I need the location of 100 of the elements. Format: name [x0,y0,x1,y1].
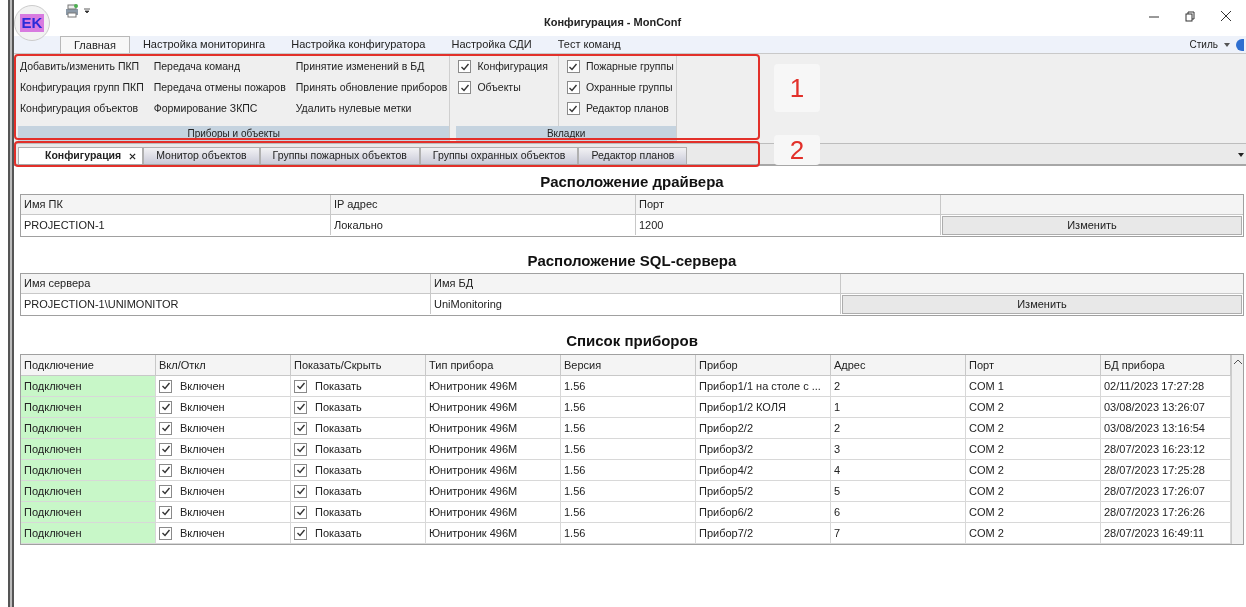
column-header: Имя ПК [21,195,331,215]
column-header: БД прибора [1101,355,1231,376]
checkbox[interactable] [159,505,172,519]
checkbox-label[interactable]: Показать [315,461,362,479]
ribbon-command[interactable]: Удалить нулевые метки [295,98,448,119]
dropdown-icon[interactable] [84,8,90,14]
close-icon[interactable] [1220,10,1232,22]
ribbon-tab[interactable]: Тест команд [544,36,634,53]
checkbox-label[interactable]: Включен [180,419,225,437]
checkbox[interactable] [159,463,172,477]
column-header: Подключение [21,355,156,376]
checkbox-label[interactable]: Показать [315,440,362,458]
caret-icon[interactable] [1224,42,1230,47]
checkbox-label[interactable]: Показать [315,482,362,500]
table-cell: 28/07/2023 17:26:26 [1101,502,1231,523]
document-tab[interactable]: Монитор объектов [143,147,260,164]
document-tab[interactable]: Редактор планов [578,147,688,164]
checkbox[interactable] [159,442,172,456]
checkbox-label[interactable]: Показать [315,524,362,542]
checkbox[interactable] [294,421,307,435]
checkbox[interactable] [159,526,172,540]
document-tab[interactable]: Конфигурация [18,147,144,164]
table-cell: COM 2 [966,418,1101,439]
checkbox[interactable] [159,484,172,498]
section-title: Список приборов [566,330,698,351]
table-cell: 1200 [636,215,941,235]
scroll-up-icon[interactable] [1233,359,1242,364]
column-header: IP адрес [331,195,636,215]
close-icon[interactable] [129,152,137,160]
checkbox-label[interactable]: Включен [180,503,225,521]
ribbon-command[interactable]: Добавить/изменить ПКП [20,56,144,77]
checkbox[interactable] [294,526,307,540]
style-menu[interactable]: Стиль [1189,37,1218,52]
ribbon-command[interactable]: Принять обновление приборов [295,77,448,98]
status-cell: Подключен [21,523,156,544]
checkbox-label[interactable]: Конфигурация [477,58,548,75]
checkbox[interactable] [294,379,307,393]
checkbox-label[interactable]: Показать [315,419,362,437]
ribbon-tab[interactable]: Настройка мониторинга [129,36,279,53]
scrollbar[interactable] [1231,355,1243,544]
status-cell: Подключен [21,397,156,418]
ribbon-command[interactable]: Передача отмены пожаров [153,77,286,98]
annotation-number: 1 [774,64,820,112]
column-header: Тип прибора [426,355,561,376]
document-tab[interactable]: Группы пожарных объектов [259,147,420,164]
ribbon-command[interactable]: Формирование ЗКПС [153,98,286,119]
checkbox[interactable] [566,102,580,115]
status-cell: Подключен [21,481,156,502]
table-cell: Юнитроник 496М [426,397,561,418]
checkbox[interactable] [159,379,172,393]
checkbox[interactable] [294,442,307,456]
table-cell: 02/11/2023 17:27:28 [1101,376,1231,397]
checkbox-label[interactable]: Показать [315,503,362,521]
column-header: Имя БД [431,274,841,294]
ribbon-tab[interactable]: Настройка СДИ [438,36,545,53]
checkbox[interactable] [294,505,307,519]
table-cell: Юнитроник 496М [426,376,561,397]
ribbon-command[interactable]: Конфигурация объектов [20,98,144,119]
checkbox-label[interactable]: Охранные группы [585,79,673,96]
checkbox-label[interactable]: Включен [180,398,225,416]
table-cell: 28/07/2023 16:23:12 [1101,439,1231,460]
table-cell: Прибор1/2 КОЛЯ [696,397,831,418]
checkbox[interactable] [159,400,172,414]
checkbox-label[interactable]: Включен [180,482,225,500]
restore-icon[interactable] [1184,10,1196,22]
ribbon-tab[interactable]: Главная [60,36,130,53]
annotation-number: 2 [774,135,820,165]
caret-icon[interactable] [1238,153,1244,157]
table-cell: Прибор4/2 [696,460,831,481]
checkbox-label[interactable]: Показать [315,398,362,416]
checkbox-label[interactable]: Включен [180,440,225,458]
table-cell: COM 2 [966,481,1101,502]
column-header: Показать/Скрыть [291,355,426,376]
checkbox-label[interactable]: Пожарные группы [585,58,674,75]
status-cell: Подключен [21,460,156,481]
checkbox[interactable] [566,81,580,94]
checkbox[interactable] [566,60,580,73]
document-tab[interactable]: Группы охранных объектов [419,147,579,164]
change-button[interactable]: Изменить [942,216,1242,235]
change-button[interactable]: Изменить [842,295,1242,314]
printer-icon[interactable] [64,3,80,19]
checkbox-label[interactable]: Включен [180,524,225,542]
checkbox-label[interactable]: Включен [180,461,225,479]
column-header: Порт [966,355,1101,376]
ribbon-command[interactable]: Конфигурация групп ПКП [20,77,144,98]
checkbox[interactable] [159,421,172,435]
checkbox[interactable] [294,484,307,498]
checkbox[interactable] [294,400,307,414]
checkbox[interactable] [294,463,307,477]
checkbox[interactable] [458,81,472,94]
checkbox[interactable] [458,60,472,73]
checkbox-label[interactable]: Объекты [477,79,521,96]
table-cell: Юнитроник 496М [426,439,561,460]
ribbon-command[interactable]: Принятие изменений в БД [295,56,448,77]
table-cell: Юнитроник 496М [426,523,561,544]
checkbox-label[interactable]: Редактор планов [585,100,669,117]
ribbon-tab[interactable]: Настройка конфигуратора [278,36,439,53]
checkbox-label[interactable]: Включен [180,377,225,395]
ribbon-command[interactable]: Передача команд [153,56,286,77]
checkbox-label[interactable]: Показать [315,377,362,395]
